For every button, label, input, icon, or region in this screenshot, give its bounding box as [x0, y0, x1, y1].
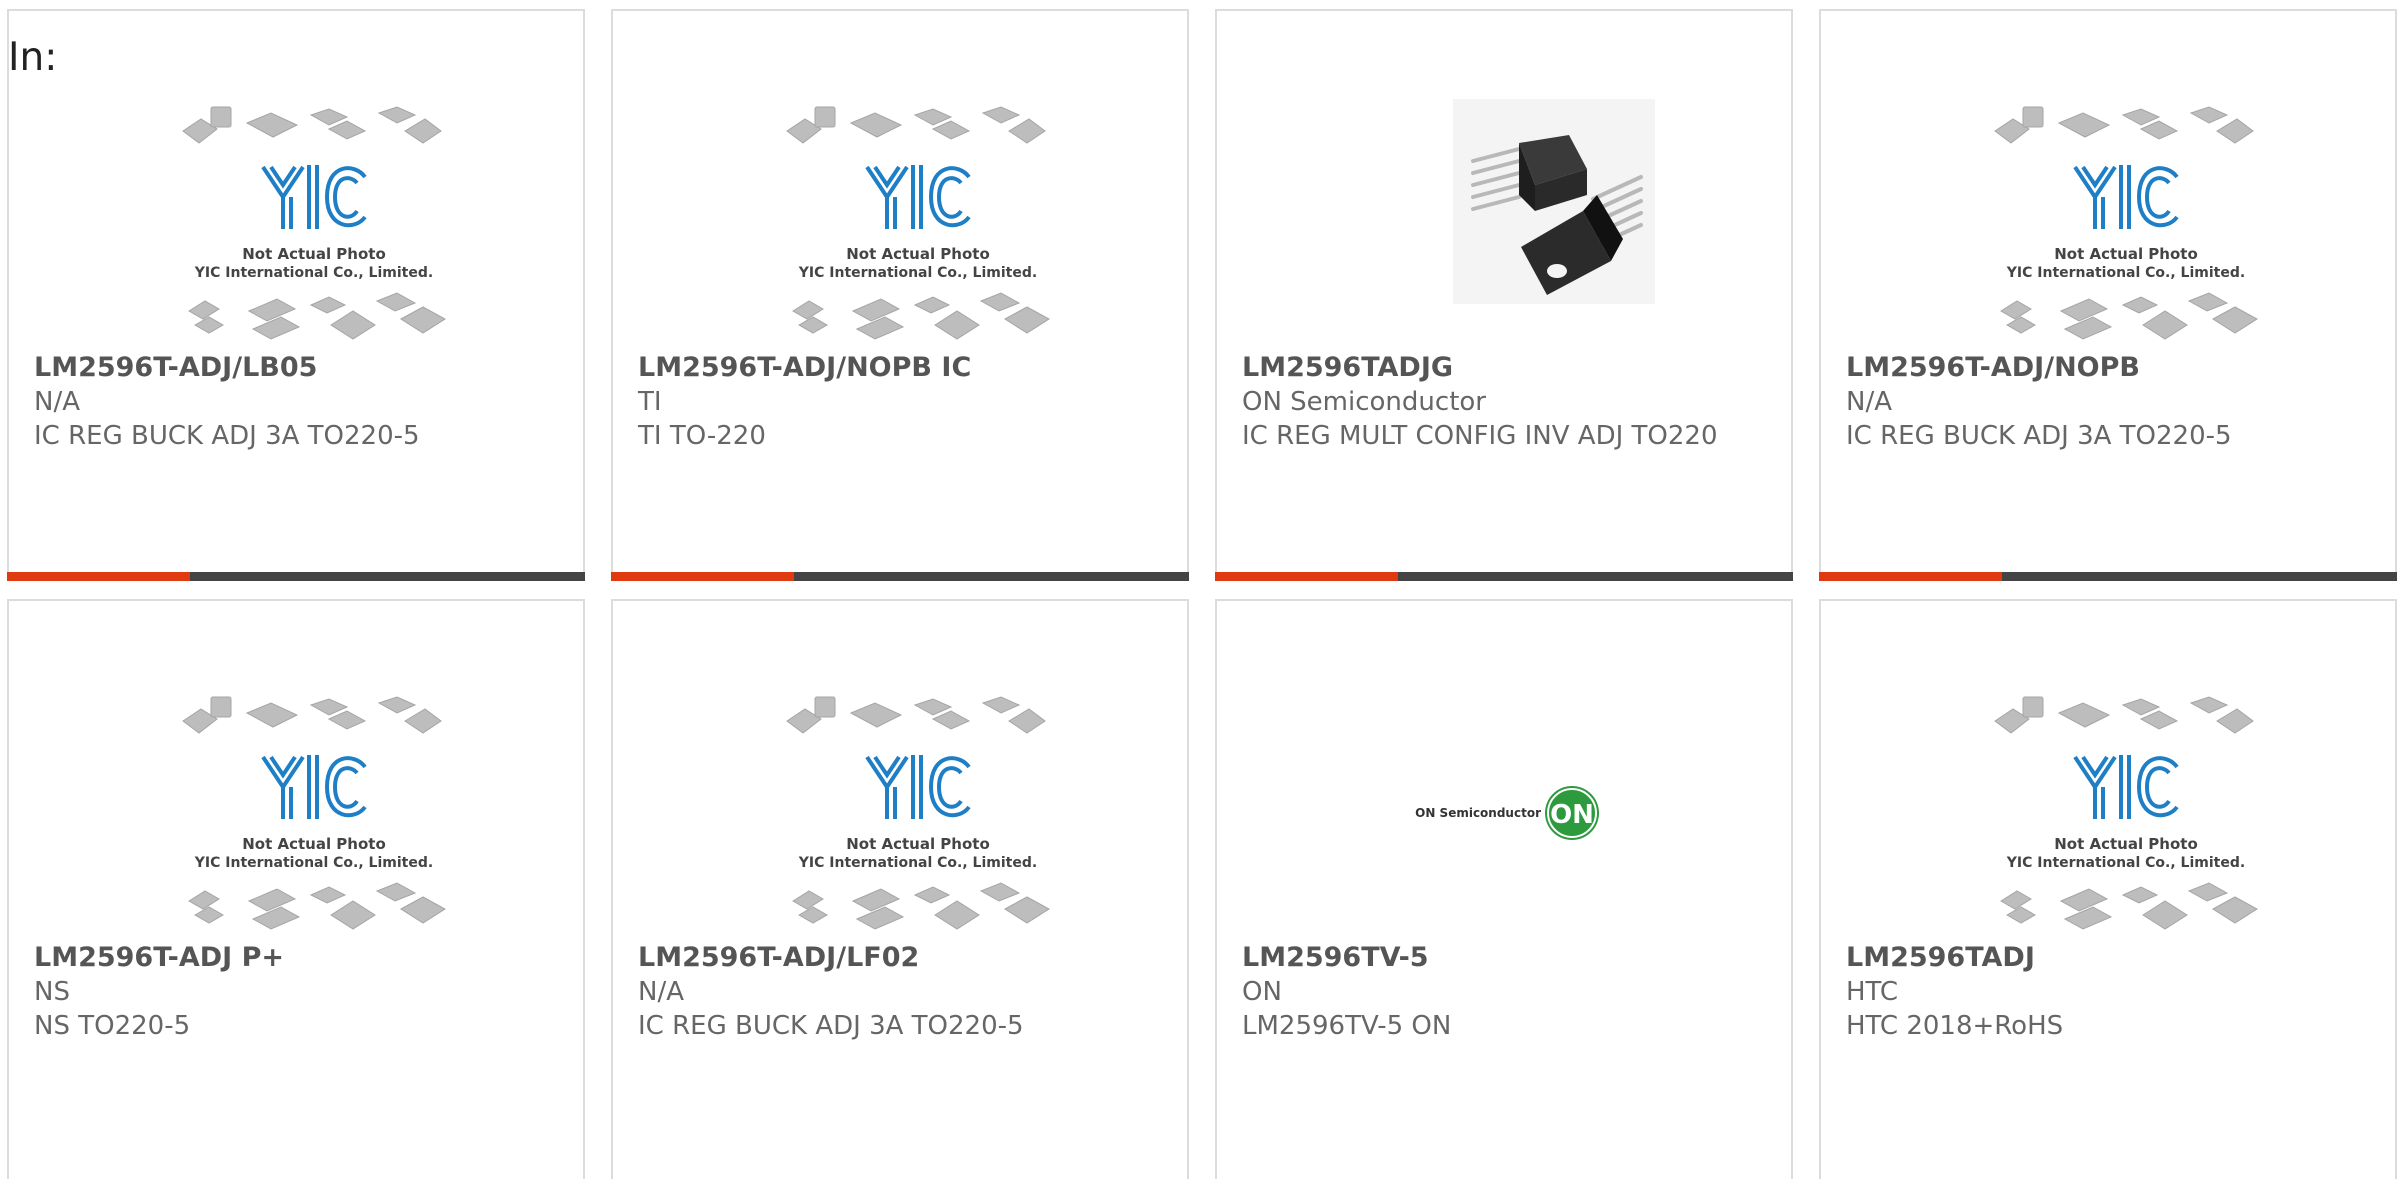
part-number[interactable]: LM2596T-ADJ/NOPB [1846, 351, 2375, 385]
in-label: In: [8, 35, 58, 80]
product-card[interactable]: LM2596TADJG ON Semiconductor IC REG MULT… [1215, 9, 1793, 581]
to220-package-icon [1387, 99, 1657, 349]
part-number[interactable]: LM2596TADJG [1242, 351, 1771, 385]
product-card[interactable]: Not Actual Photo YIC International Co., … [611, 599, 1189, 1179]
svg-text:ON: ON [1550, 800, 1594, 830]
part-number[interactable]: LM2596T-ADJ/LF02 [638, 941, 1167, 975]
on-semiconductor-logo-icon: ON Semiconductor ON [1387, 689, 1657, 939]
svg-text:ON Semiconductor: ON Semiconductor [1415, 806, 1541, 820]
description: IC REG BUCK ADJ 3A TO220-5 [34, 421, 420, 451]
yic-placeholder-icon: Not Actual Photo YIC International Co., … [179, 689, 449, 939]
yic-placeholder-icon: Not Actual Photo YIC International Co., … [179, 99, 449, 349]
description: NS TO220-5 [34, 1011, 191, 1041]
product-grid: Not Actual Photo YIC International Co., … [0, 0, 2400, 1179]
card-bar-accent [611, 572, 794, 581]
card-bar-accent [1215, 572, 1398, 581]
description: TI TO-220 [638, 421, 766, 451]
svg-text:YIC International Co., Limited: YIC International Co., Limited. [2006, 265, 2245, 281]
svg-text:YIC International Co., Limited: YIC International Co., Limited. [798, 855, 1037, 871]
svg-text:Not Actual Photo: Not Actual Photo [2054, 245, 2198, 263]
description: LM2596TV-5 ON [1242, 1011, 1452, 1041]
manufacturer: TI [638, 387, 662, 417]
manufacturer: ON [1242, 977, 1282, 1007]
part-number[interactable]: LM2596TV-5 [1242, 941, 1771, 975]
product-card[interactable]: Not Actual Photo YIC International Co., … [7, 9, 585, 581]
part-number[interactable]: LM2596T-ADJ/LB05 [34, 351, 563, 385]
svg-text:YIC International Co., Limited: YIC International Co., Limited. [194, 265, 433, 281]
manufacturer: N/A [1846, 387, 1892, 417]
yic-placeholder-icon: Not Actual Photo YIC International Co., … [1991, 99, 2261, 349]
manufacturer: NS [34, 977, 70, 1007]
svg-text:Not Actual Photo: Not Actual Photo [242, 245, 386, 263]
svg-text:Not Actual Photo: Not Actual Photo [846, 245, 990, 263]
product-card[interactable]: Not Actual Photo YIC International Co., … [7, 599, 585, 1179]
svg-text:YIC International Co., Limited: YIC International Co., Limited. [798, 265, 1037, 281]
card-bar [7, 572, 585, 581]
card-bar [611, 572, 1189, 581]
description: IC REG MULT CONFIG INV ADJ TO220 [1242, 421, 1718, 451]
manufacturer: HTC [1846, 977, 1899, 1007]
yic-placeholder-icon: Not Actual Photo YIC International Co., … [1991, 689, 2261, 939]
manufacturer: N/A [34, 387, 80, 417]
product-card[interactable]: Not Actual Photo YIC International Co., … [611, 9, 1189, 581]
card-bar-accent [1819, 572, 2002, 581]
part-number[interactable]: LM2596T-ADJ P+ [34, 941, 563, 975]
svg-text:Not Actual Photo: Not Actual Photo [846, 835, 990, 853]
svg-text:YIC International Co., Limited: YIC International Co., Limited. [194, 855, 433, 871]
manufacturer: N/A [638, 977, 684, 1007]
product-card[interactable]: ON Semiconductor ON LM2596TV-5 ON LM2596… [1215, 599, 1793, 1179]
manufacturer: ON Semiconductor [1242, 387, 1486, 417]
description: IC REG BUCK ADJ 3A TO220-5 [638, 1011, 1024, 1041]
description: HTC 2018+RoHS [1846, 1011, 2064, 1041]
card-bar [1819, 572, 2397, 581]
part-number[interactable]: LM2596TADJ [1846, 941, 2375, 975]
description: IC REG BUCK ADJ 3A TO220-5 [1846, 421, 2232, 451]
yic-placeholder-icon: Not Actual Photo YIC International Co., … [783, 689, 1053, 939]
card-bar [1215, 572, 1793, 581]
svg-text:Not Actual Photo: Not Actual Photo [242, 835, 386, 853]
card-bar-accent [7, 572, 190, 581]
product-card[interactable]: Not Actual Photo YIC International Co., … [1819, 599, 2397, 1179]
svg-text:YIC International Co., Limited: YIC International Co., Limited. [2006, 855, 2245, 871]
yic-placeholder-icon: Not Actual Photo YIC International Co., … [783, 99, 1053, 349]
svg-text:Not Actual Photo: Not Actual Photo [2054, 835, 2198, 853]
product-card[interactable]: Not Actual Photo YIC International Co., … [1819, 9, 2397, 581]
part-number[interactable]: LM2596T-ADJ/NOPB IC [638, 351, 1167, 385]
